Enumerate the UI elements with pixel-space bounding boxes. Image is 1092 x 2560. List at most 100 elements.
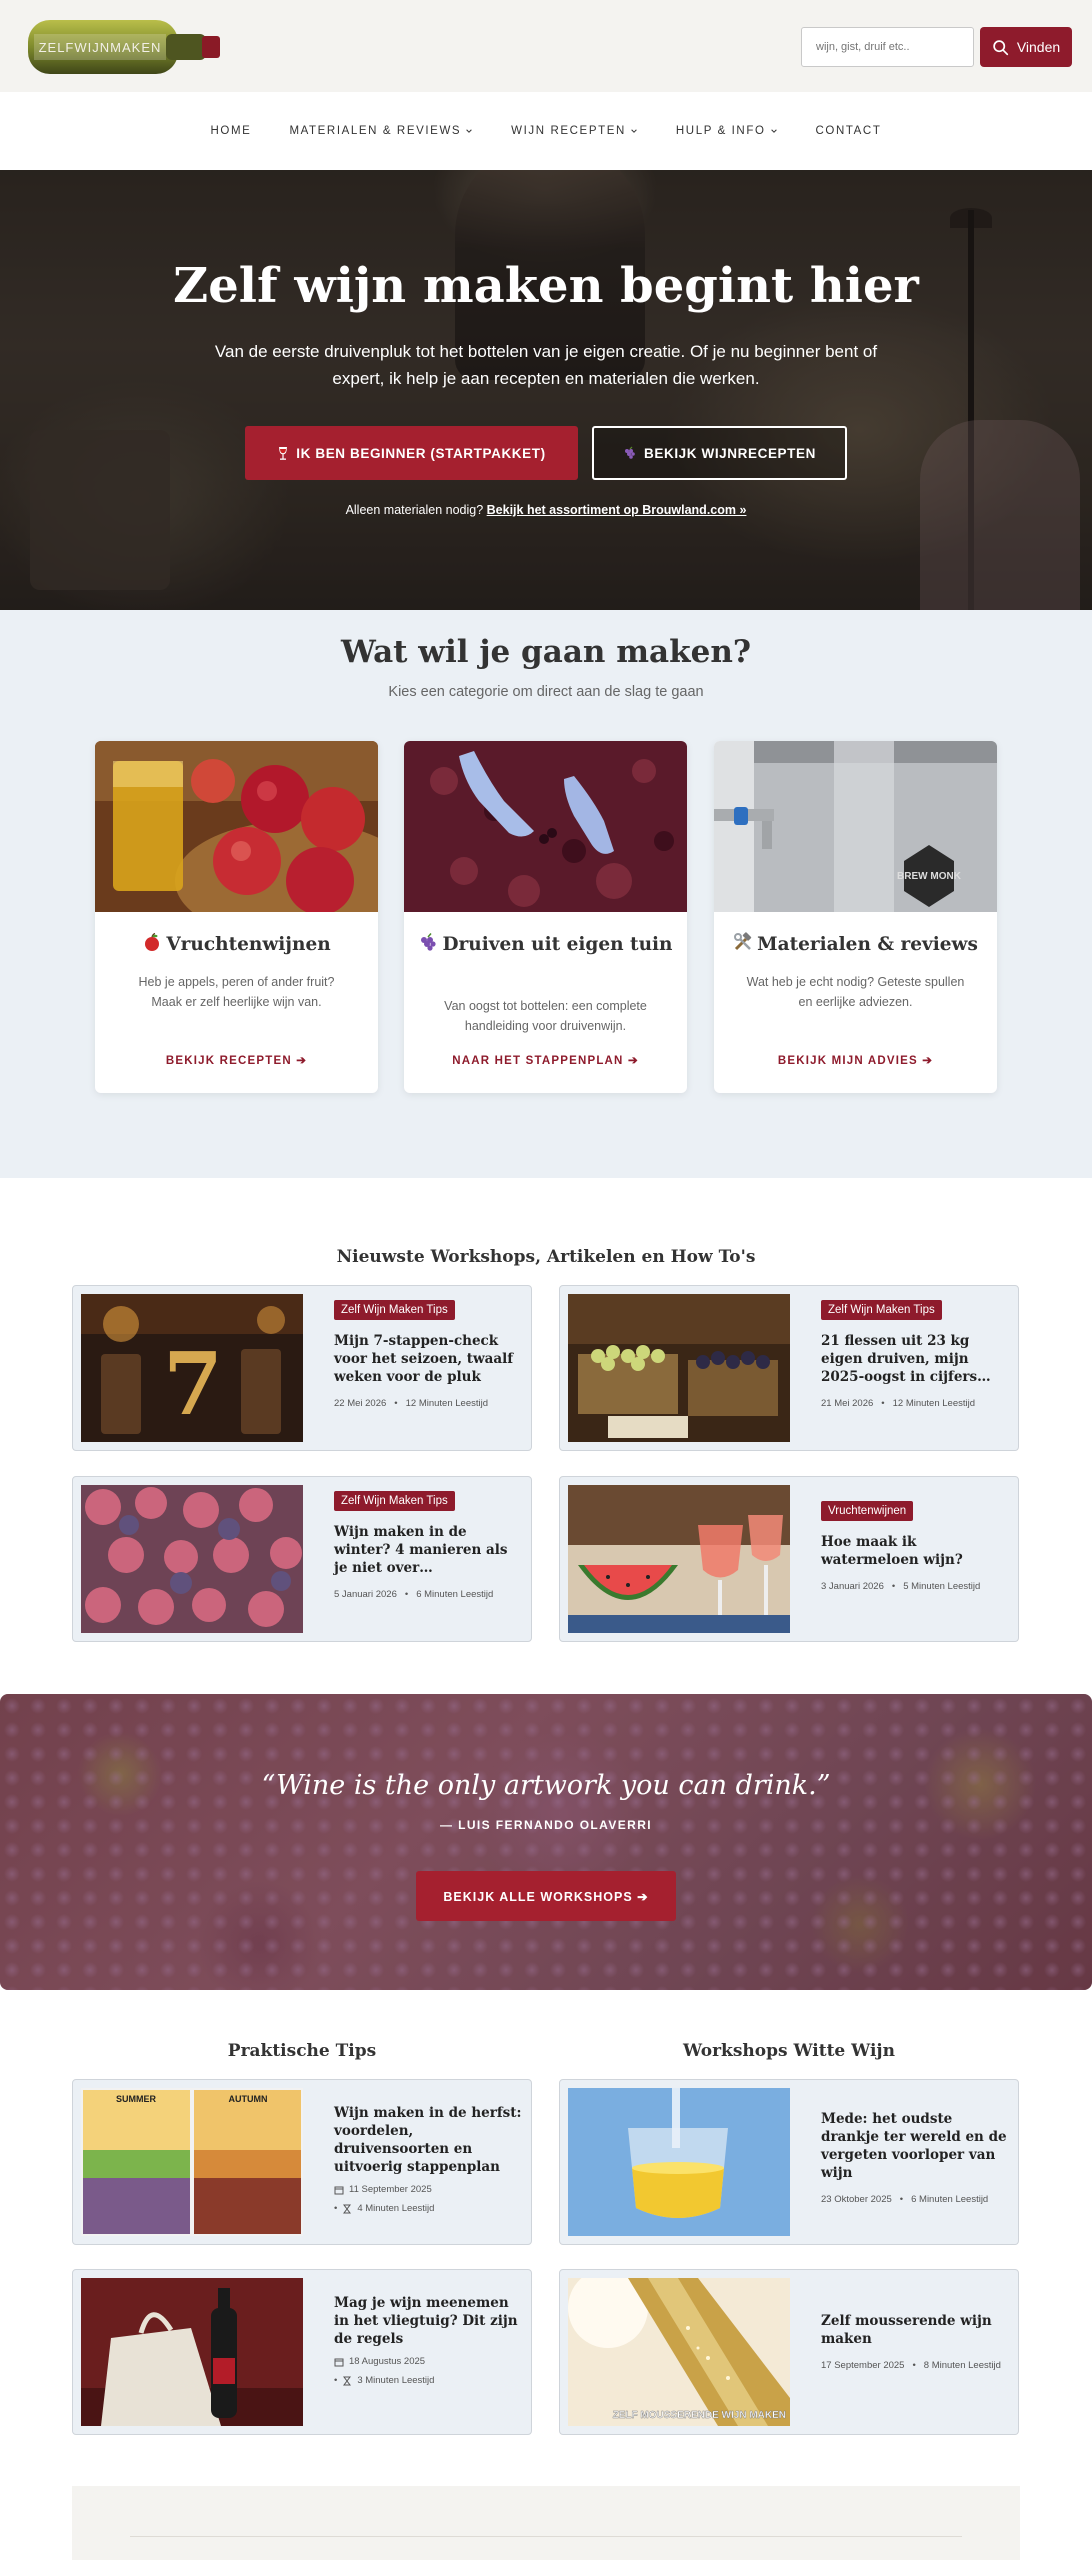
post-card[interactable]: Vruchtenwijnen Hoe maak ik watermeloen w… bbox=[559, 1476, 1019, 1642]
footer-panel bbox=[72, 2486, 1020, 2560]
meta-separator: • bbox=[404, 1589, 409, 1600]
post-image-mead-glass bbox=[568, 2088, 790, 2236]
white-wine-section-title: Workshops Witte Wijn bbox=[683, 2041, 895, 2061]
nav-label: HULP & INFO bbox=[675, 125, 766, 137]
hero-note: Alleen materialen nodig? Bekijk het asso… bbox=[0, 503, 1092, 517]
footer-divider bbox=[130, 2536, 962, 2537]
post-title[interactable]: Wijn maken in de winter? 4 manieren als … bbox=[334, 1523, 524, 1577]
nav-label: CONTACT bbox=[815, 125, 882, 137]
card-description: Wat heb je echt nodig? Geteste spullen e… bbox=[746, 975, 965, 1009]
post-title[interactable]: Mag je wijn meenemen in het vliegtuig? D… bbox=[334, 2294, 524, 2348]
bekijk-advies-link[interactable]: BEKIJK MIJN ADVIES ➔ bbox=[714, 1053, 997, 1067]
sparkling-image-text: ZELF MOUSSERENDE WIJN MAKEN bbox=[613, 2410, 786, 2421]
post-meta: 21 Mei 2026 • 12 Minuten Leestijd bbox=[821, 1398, 1011, 1409]
post-title[interactable]: Mede: het oudste drankje ter wereld en d… bbox=[821, 2110, 1011, 2182]
site-logo[interactable]: ZELFWIJNMAKEN bbox=[26, 14, 224, 80]
post-read-time: 6 Minuten Leestijd bbox=[416, 1589, 494, 1600]
post-date-line: 18 Augustus 2025 bbox=[334, 2356, 524, 2367]
card-image-apples bbox=[95, 741, 378, 912]
bekijk-recepten-link[interactable]: BEKIJK RECEPTEN ➔ bbox=[95, 1053, 378, 1067]
nav-label: HOME bbox=[210, 125, 252, 137]
quote-text: “Wine is the only artwork you can drink.… bbox=[261, 1770, 831, 1801]
post-meta: 22 Mei 2026 • 12 Minuten Leestijd bbox=[334, 1398, 524, 1409]
nav-label: WIJN RECEPTEN bbox=[511, 125, 626, 137]
card-title: Druiven uit eigen tuin bbox=[414, 932, 677, 957]
category-badge[interactable]: Zelf Wijn Maken Tips bbox=[334, 1491, 455, 1511]
post-meta: 23 Oktober 2025 • 6 Minuten Leestijd bbox=[821, 2194, 1011, 2205]
post-date: 22 Mei 2026 bbox=[334, 1398, 387, 1409]
calendar-icon bbox=[334, 2186, 344, 2194]
category-badge[interactable]: Vruchtenwijnen bbox=[821, 1501, 914, 1521]
all-workshops-button[interactable]: BEKIJK ALLE WORKSHOPS ➔ bbox=[416, 1871, 676, 1921]
nav-item-materialen[interactable]: MATERIALEN & REVIEWS bbox=[289, 125, 473, 137]
nav-item-hulp-info[interactable]: HULP & INFO bbox=[676, 125, 778, 137]
card-title: Vruchtenwijnen bbox=[105, 932, 368, 957]
post-body: Vruchtenwijnen Hoe maak ik watermeloen w… bbox=[821, 1501, 1011, 1592]
category-card-materialen[interactable]: BREW MONK Materialen & reviews Wat heb j… bbox=[714, 741, 997, 1093]
category-card-druiven[interactable]: Druiven uit eigen tuin Van oogst tot bot… bbox=[404, 741, 687, 1093]
post-title[interactable]: Mijn 7-stappen-check voor het seizoen, t… bbox=[334, 1332, 524, 1386]
search-icon bbox=[993, 39, 1008, 55]
beginner-button-label: IK BEN BEGINNER (STARTPAKKET) bbox=[296, 445, 546, 461]
post-title[interactable]: Wijn maken in de herfst: voordelen, drui… bbox=[334, 2104, 524, 2176]
post-card[interactable]: Mag je wijn meenemen in het vliegtuig? D… bbox=[72, 2269, 532, 2435]
post-card[interactable]: Zelf Wijn Maken Tips 21 flessen uit 23 k… bbox=[559, 1285, 1019, 1451]
chevron-down-icon bbox=[770, 129, 777, 133]
post-body: Zelf Wijn Maken Tips Mijn 7-stappen-chec… bbox=[334, 1300, 524, 1409]
post-title[interactable]: 21 flessen uit 23 kg eigen druiven, mijn… bbox=[821, 1332, 1011, 1386]
post-read-time: 12 Minuten Leestijd bbox=[892, 1398, 976, 1409]
beginner-button[interactable]: IK BEN BEGINNER (STARTPAKKET) bbox=[245, 426, 578, 480]
nav-item-wijn-recepten[interactable]: WIJN RECEPTEN bbox=[511, 125, 638, 137]
card-image-brew-kettle: BREW MONK bbox=[714, 741, 997, 912]
card-image-grape-harvest bbox=[404, 741, 687, 912]
post-read-time: 5 Minuten Leestijd bbox=[903, 1581, 981, 1592]
post-date: 17 September 2025 bbox=[821, 2360, 905, 2371]
wijnrecepten-button[interactable]: BEKIJK WIJNRECEPTEN bbox=[592, 426, 847, 480]
summer-label: SUMMER bbox=[116, 2094, 156, 2104]
stappenplan-link[interactable]: NAAR HET STAPPENPLAN ➔ bbox=[404, 1053, 687, 1067]
post-body: Mag je wijn meenemen in het vliegtuig? D… bbox=[334, 2294, 524, 2386]
autumn-label: AUTUMN bbox=[229, 2094, 268, 2104]
quote-overlay bbox=[0, 1694, 1092, 1990]
site-header: ZELFWIJNMAKEN Vinden bbox=[0, 0, 1092, 92]
post-image-harvest-crates bbox=[568, 1294, 790, 1442]
post-body: Zelf mousserende wijn maken 17 September… bbox=[821, 2312, 1011, 2371]
wijnrecepten-button-label: BEKIJK WIJNRECEPTEN bbox=[644, 445, 816, 461]
post-date-line: 11 September 2025 bbox=[334, 2184, 524, 2195]
grapes-icon bbox=[421, 933, 437, 951]
post-body: Zelf Wijn Maken Tips 21 flessen uit 23 k… bbox=[821, 1300, 1011, 1409]
post-card[interactable]: Mede: het oudste drankje ter wereld en d… bbox=[559, 2079, 1019, 2245]
brouwland-link[interactable]: Bekijk het assortiment op Brouwland.com … bbox=[487, 503, 747, 517]
card-title-text: Druiven uit eigen tuin bbox=[442, 934, 673, 955]
chevron-down-icon bbox=[466, 129, 472, 133]
post-card[interactable]: SUMMER AUTUMN Wijn maken in de herfst: v… bbox=[72, 2079, 532, 2245]
seven-numeral: 7 bbox=[163, 1334, 223, 1435]
post-title[interactable]: Zelf mousserende wijn maken bbox=[821, 2312, 1011, 2348]
post-card[interactable]: 7 Zelf Wijn Maken Tips Mijn 7-stappen-ch… bbox=[72, 1285, 532, 1451]
card-title: Materialen & reviews bbox=[724, 932, 987, 957]
post-image-seven-steps: 7 bbox=[81, 1294, 303, 1442]
post-meta: 5 Januari 2026 • 6 Minuten Leestijd bbox=[334, 1589, 524, 1600]
hero-subtitle: Van de eerste druivenpluk tot het bottel… bbox=[214, 342, 878, 388]
post-body: Wijn maken in de herfst: voordelen, drui… bbox=[334, 2104, 524, 2214]
post-image-sparkling-wine: ZELF MOUSSERENDE WIJN MAKEN bbox=[568, 2278, 790, 2426]
category-card-vruchtenwijnen[interactable]: Vruchtenwijnen Heb je appels, peren of a… bbox=[95, 741, 378, 1093]
post-date: 5 Januari 2026 bbox=[334, 1589, 397, 1600]
post-date: 18 Augustus 2025 bbox=[349, 2356, 426, 2367]
nav-item-contact[interactable]: CONTACT bbox=[816, 125, 882, 137]
post-title[interactable]: Hoe maak ik watermeloen wijn? bbox=[821, 1533, 1011, 1569]
nav-item-home[interactable]: HOME bbox=[211, 125, 252, 137]
search-input[interactable] bbox=[801, 27, 974, 67]
meta-separator: • bbox=[394, 1398, 398, 1409]
category-badge[interactable]: Zelf Wijn Maken Tips bbox=[821, 1300, 942, 1320]
post-image-bag-and-bottle bbox=[81, 2278, 303, 2426]
meta-separator: • bbox=[912, 2360, 916, 2371]
category-badge[interactable]: Zelf Wijn Maken Tips bbox=[334, 1300, 455, 1320]
post-card[interactable]: Zelf Wijn Maken Tips Wijn maken in de wi… bbox=[72, 1476, 532, 1642]
apple-icon bbox=[145, 932, 160, 951]
meta-separator: • bbox=[899, 2194, 904, 2205]
post-card[interactable]: ZELF MOUSSERENDE WIJN MAKEN Zelf mousser… bbox=[559, 2269, 1019, 2435]
search-button[interactable]: Vinden bbox=[980, 27, 1072, 67]
tools-icon bbox=[734, 932, 752, 951]
tips-section-title: Praktische Tips bbox=[227, 2041, 377, 2061]
